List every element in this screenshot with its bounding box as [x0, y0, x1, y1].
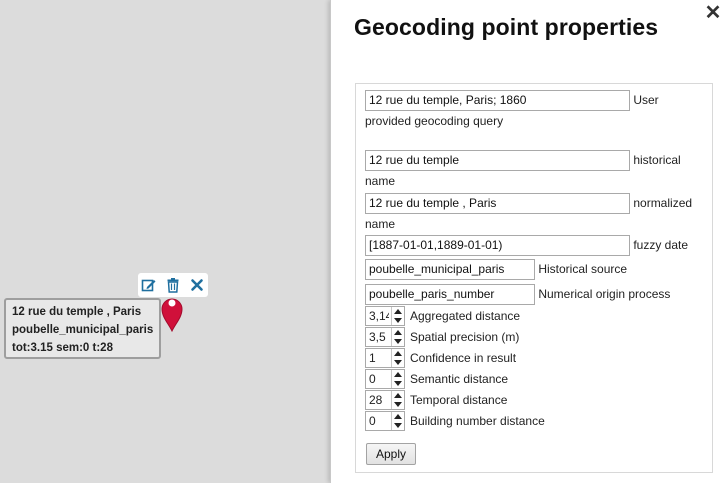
normalized-name-row: 12 rue du temple , Paris normalized name [365, 193, 705, 234]
numerical-origin-label: Numerical origin process [538, 287, 671, 301]
building-number-distance-label: Building number distance [410, 414, 545, 428]
historical-name-row: 12 rue du temple historical name [365, 150, 705, 191]
map-marker-icon[interactable] [157, 293, 187, 333]
building-number-distance-value: 0 [369, 414, 376, 428]
aggregated-distance-value: 3,14 [369, 309, 389, 323]
historical-name-input[interactable]: 12 rue du temple [365, 150, 630, 171]
close-panel-icon[interactable]: ✕ [704, 3, 722, 23]
aggregated-distance-stepper[interactable]: 3,14 [365, 306, 405, 326]
fuzzy-date-input[interactable]: [1887-01-01,1889-01-01) [365, 235, 630, 256]
map-canvas[interactable]: 12 rue du temple , Paris poubelle_munici… [0, 0, 330, 483]
tooltip-source: poubelle_municipal_paris [12, 324, 154, 336]
marker-tooltip: 12 rue du temple , Paris poubelle_munici… [4, 298, 161, 359]
stepper-buttons[interactable] [391, 370, 404, 388]
semantic-distance-label: Semantic distance [410, 372, 509, 386]
spinner-row: 0 Semantic distance [365, 369, 508, 389]
normalized-name-input[interactable]: 12 rue du temple , Paris [365, 193, 630, 214]
stepper-buttons[interactable] [391, 412, 404, 430]
stepper-buttons[interactable] [391, 307, 404, 325]
confidence-label: Confidence in result [410, 351, 517, 365]
properties-form: 12 rue du temple, Paris; 1860 User provi… [355, 83, 713, 473]
semantic-distance-value: 0 [369, 372, 376, 386]
spatial-precision-label: Spatial precision (m) [410, 330, 520, 344]
apply-button[interactable]: Apply [366, 443, 416, 465]
spinner-row: 3,5 Spatial precision (m) [365, 327, 519, 347]
temporal-distance-stepper[interactable]: 28 [365, 390, 405, 410]
spinner-row: 1 Confidence in result [365, 348, 516, 368]
query-row: 12 rue du temple, Paris; 1860 User provi… [365, 90, 705, 131]
tooltip-scores: tot:3.15 sem:0 t:28 [12, 342, 113, 354]
spinner-row: 0 Building number distance [365, 411, 545, 431]
historical-source-label: Historical source [538, 262, 628, 276]
panel-title: Geocoding point properties [354, 14, 659, 40]
temporal-distance-label: Temporal distance [410, 393, 508, 407]
properties-panel: Geocoding point properties ✕ 12 rue du t… [330, 0, 722, 483]
historical-source-row: poubelle_municipal_paris Historical sour… [365, 259, 710, 280]
tooltip-name: 12 rue du temple , Paris [12, 306, 142, 318]
numerical-origin-input[interactable]: poubelle_paris_number [365, 284, 535, 305]
spatial-precision-stepper[interactable]: 3,5 [365, 327, 405, 347]
building-number-distance-stepper[interactable]: 0 [365, 411, 405, 431]
confidence-stepper[interactable]: 1 [365, 348, 405, 368]
query-input[interactable]: 12 rue du temple, Paris; 1860 [365, 90, 630, 111]
historical-source-input[interactable]: poubelle_municipal_paris [365, 259, 535, 280]
spatial-precision-value: 3,5 [369, 330, 386, 344]
close-icon[interactable] [189, 277, 205, 293]
stepper-buttons[interactable] [391, 391, 404, 409]
fuzzy-date-row: [1887-01-01,1889-01-01) fuzzy date [365, 235, 705, 256]
stepper-buttons[interactable] [391, 328, 404, 346]
numerical-origin-row: poubelle_paris_number Numerical origin p… [365, 284, 710, 305]
spinner-row: 3,14 Aggregated distance [365, 306, 520, 326]
semantic-distance-stepper[interactable]: 0 [365, 369, 405, 389]
spinner-row: 28 Temporal distance [365, 390, 507, 410]
fuzzy-date-label: fuzzy date [633, 238, 689, 252]
edit-icon[interactable] [141, 277, 157, 293]
temporal-distance-value: 28 [369, 393, 383, 407]
aggregated-distance-label: Aggregated distance [410, 309, 521, 323]
confidence-value: 1 [369, 351, 376, 365]
trash-icon[interactable] [165, 277, 181, 293]
stepper-buttons[interactable] [391, 349, 404, 367]
